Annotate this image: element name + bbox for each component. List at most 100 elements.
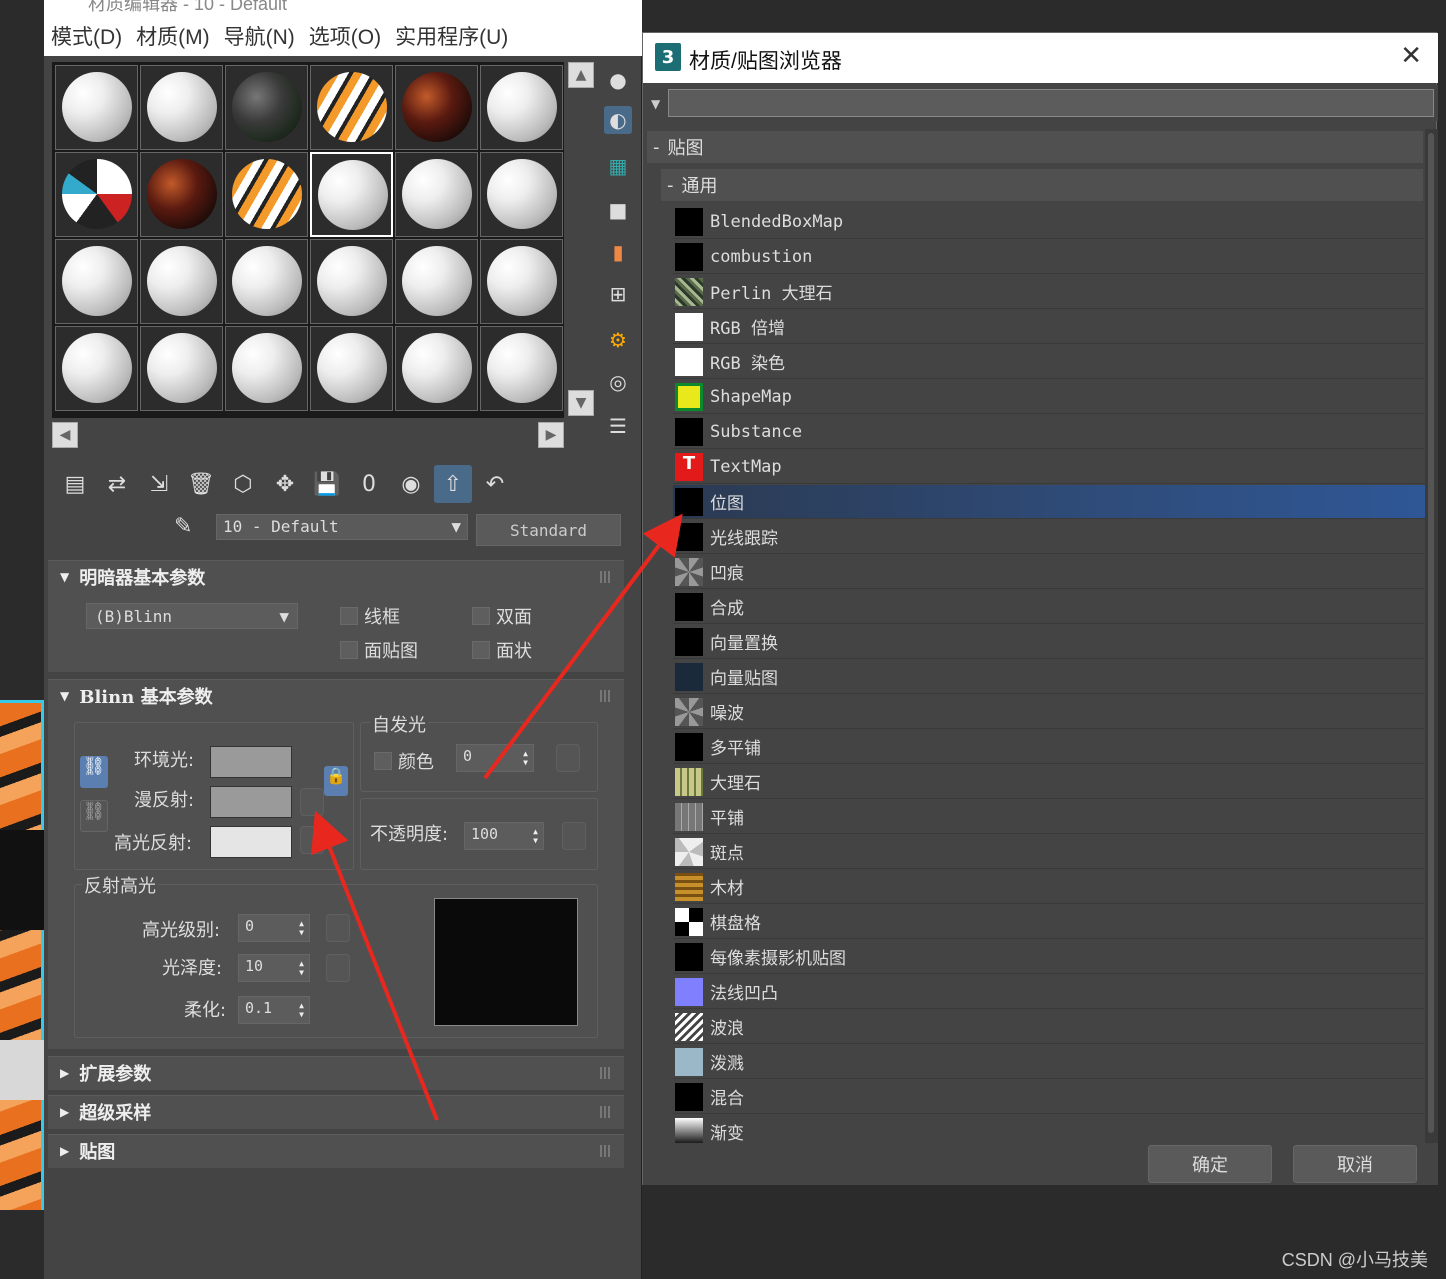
make-copy-icon[interactable]: ⬡	[224, 465, 262, 503]
map-item-selected[interactable]: 位图	[673, 485, 1425, 519]
menu-material[interactable]: 材质(M)	[136, 21, 209, 51]
sample-slot[interactable]	[55, 239, 138, 324]
two-sided-checkbox[interactable]: 双面	[472, 603, 532, 629]
glossiness-spinner[interactable]: 10	[238, 954, 310, 982]
slots-horizontal-scrollbar[interactable]: ◀ ▶	[52, 422, 564, 448]
menu-navigation[interactable]: 导航(N)	[224, 21, 295, 51]
map-item[interactable]: T TextMap	[673, 450, 1425, 484]
sample-slot[interactable]	[225, 65, 308, 150]
sample-slot[interactable]	[140, 326, 223, 411]
map-item[interactable]: 渐变	[673, 1115, 1425, 1143]
self-illum-spinner[interactable]: 0	[456, 744, 534, 772]
browser-scrollbar[interactable]	[1425, 129, 1438, 1143]
map-item[interactable]: 波浪	[673, 1010, 1425, 1044]
sample-slot[interactable]	[55, 65, 138, 150]
filter-menu-icon[interactable]: ▼	[651, 97, 660, 111]
ambient-color-swatch[interactable]	[210, 746, 292, 778]
map-item[interactable]: 大理石	[673, 765, 1425, 799]
sample-slot[interactable]	[395, 239, 478, 324]
sample-slot[interactable]	[480, 65, 563, 150]
rollout-blinn-basic-header[interactable]: ▼ Blinn 基本参数	[48, 680, 624, 712]
material-type-button[interactable]: Standard	[476, 514, 621, 546]
ok-button[interactable]: 确定	[1148, 1145, 1272, 1183]
rollout-supersampling-header[interactable]: ▶ 超级采样	[48, 1096, 624, 1128]
sample-slot[interactable]	[310, 326, 393, 411]
map-item[interactable]: 凹痕	[673, 555, 1425, 589]
map-item[interactable]: 棋盘格	[673, 905, 1425, 939]
map-item[interactable]: 混合	[673, 1080, 1425, 1114]
sample-slot[interactable]	[310, 239, 393, 324]
map-item[interactable]: RGB 染色	[673, 345, 1425, 379]
rollout-maps-header[interactable]: ▶ 贴图	[48, 1135, 624, 1167]
delete-icon[interactable]: 🗑	[182, 465, 220, 503]
scroll-down-icon[interactable]: ▼	[568, 390, 594, 416]
face-map-checkbox[interactable]: 面贴图	[340, 637, 418, 663]
sample-slot[interactable]	[55, 152, 138, 237]
opacity-spinner[interactable]: 100	[464, 822, 544, 850]
browser-list[interactable]: - 贴图 - 通用 BlendedBoxMap combustion Perlin 大理…	[643, 129, 1425, 1143]
grip-icon[interactable]	[600, 1145, 612, 1157]
eyedropper-icon[interactable]: ✎	[174, 514, 208, 544]
assign-to-selection-icon[interactable]: ⇲	[140, 465, 178, 503]
map-item[interactable]: 光线跟踪	[673, 520, 1425, 554]
sample-slot[interactable]	[225, 239, 308, 324]
grip-icon[interactable]	[600, 1067, 612, 1079]
scroll-up-icon[interactable]: ▲	[568, 62, 594, 88]
category-maps[interactable]: - 贴图	[647, 131, 1423, 163]
sample-slot[interactable]	[480, 326, 563, 411]
map-item[interactable]: 法线凹凸	[673, 975, 1425, 1009]
menu-options[interactable]: 选项(O)	[309, 21, 381, 51]
browser-title-bar[interactable]: 3 材质/贴图浏览器 ✕	[643, 33, 1438, 83]
sample-slot[interactable]	[55, 326, 138, 411]
grip-icon[interactable]	[600, 1106, 612, 1118]
spec-level-map-button[interactable]	[326, 914, 350, 942]
shader-type-dropdown[interactable]: (B)Blinn ▼	[86, 603, 298, 629]
show-map-in-viewport-icon[interactable]: ◉	[392, 465, 430, 503]
map-item[interactable]: 向量置换	[673, 625, 1425, 659]
show-end-result-icon[interactable]: ⇧	[434, 465, 472, 503]
self-illum-color-checkbox[interactable]: 颜色	[374, 748, 434, 774]
diffuse-map-button[interactable]	[300, 788, 324, 816]
sample-slot[interactable]	[225, 326, 308, 411]
sample-slot[interactable]	[140, 65, 223, 150]
sample-slot[interactable]	[310, 65, 393, 150]
rollout-shader-basic-header[interactable]: ▼ 明暗器基本参数	[48, 561, 624, 593]
opacity-map-button[interactable]	[562, 822, 586, 850]
map-item[interactable]: BlendedBoxMap	[673, 205, 1425, 239]
scroll-left-icon[interactable]: ◀	[52, 422, 78, 448]
editor-title-bar[interactable]: 材质编辑器 - 10 - Default	[44, 0, 642, 16]
sample-uv-tiling-icon[interactable]: ■	[604, 196, 632, 224]
select-by-material-icon[interactable]: ◎	[604, 368, 632, 396]
map-item[interactable]: 斑点	[673, 835, 1425, 869]
sample-slot[interactable]	[140, 152, 223, 237]
sample-slot[interactable]	[225, 152, 308, 237]
spec-level-spinner[interactable]: 0	[238, 914, 310, 942]
scroll-right-icon[interactable]: ▶	[538, 422, 564, 448]
lock-diffuse-specular-icon[interactable]: ⛓	[80, 800, 108, 832]
make-preview-icon[interactable]: ⊞	[604, 280, 632, 308]
map-item[interactable]: ShapeMap	[673, 380, 1425, 414]
sample-slot[interactable]	[395, 65, 478, 150]
specular-color-swatch[interactable]	[210, 826, 292, 858]
search-input[interactable]	[668, 89, 1434, 117]
video-color-check-icon[interactable]: ▮	[604, 238, 632, 266]
close-icon[interactable]: ✕	[1400, 41, 1422, 71]
diffuse-color-swatch[interactable]	[210, 786, 292, 818]
sample-slot[interactable]	[480, 239, 563, 324]
map-item[interactable]: 噪波	[673, 695, 1425, 729]
sample-type-icon[interactable]: ●	[604, 66, 632, 94]
map-item[interactable]: Perlin 大理石	[673, 275, 1425, 309]
get-material-icon[interactable]: ▤	[56, 465, 94, 503]
save-to-library-icon[interactable]: 💾	[308, 465, 346, 503]
map-item[interactable]: 向量贴图	[673, 660, 1425, 694]
map-item[interactable]: Substance	[673, 415, 1425, 449]
map-item[interactable]: combustion	[673, 240, 1425, 274]
scrollbar-thumb[interactable]	[1428, 133, 1434, 1133]
menu-mode[interactable]: 模式(D)	[51, 21, 122, 51]
put-to-scene-icon[interactable]: ⇄	[98, 465, 136, 503]
glossiness-map-button[interactable]	[326, 954, 350, 982]
sample-slot[interactable]	[395, 152, 478, 237]
slots-vertical-scrollbar[interactable]: ▲ ▼	[568, 62, 594, 418]
material-name-dropdown[interactable]: 10 - Default ▼	[216, 514, 468, 540]
map-item[interactable]: 平铺	[673, 800, 1425, 834]
